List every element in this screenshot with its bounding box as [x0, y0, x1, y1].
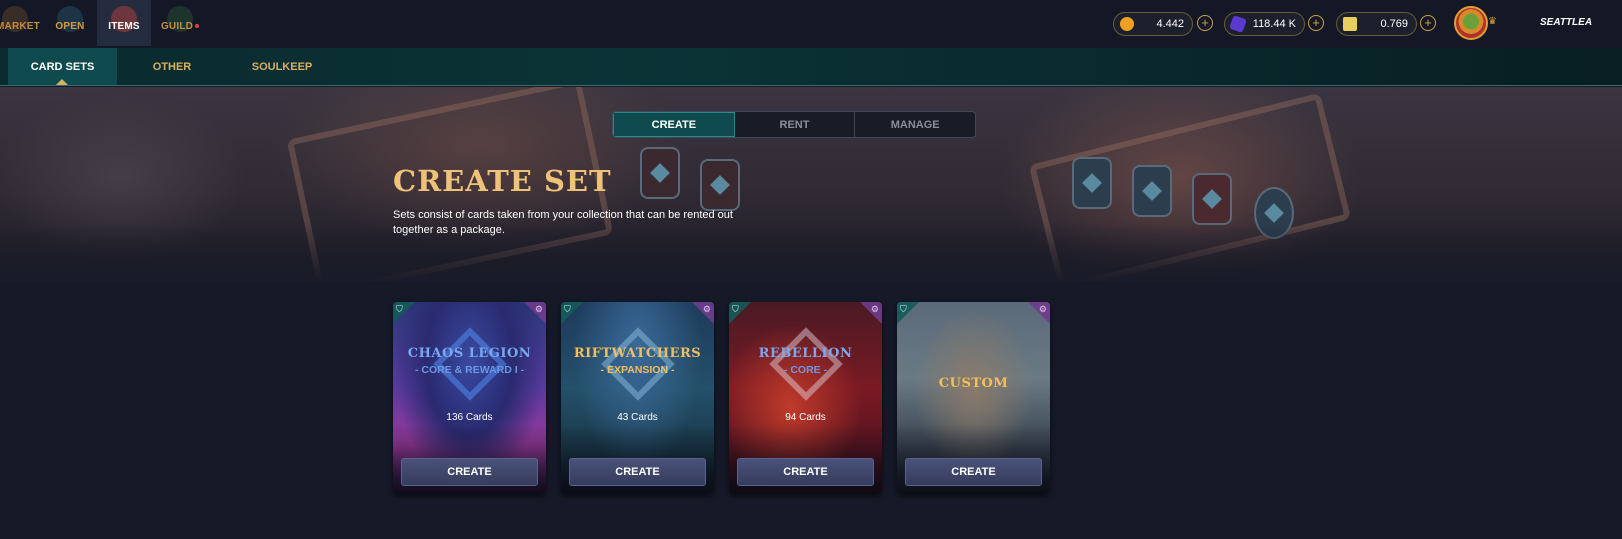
notification-dot	[195, 24, 200, 29]
credit-balance-value: 0.769	[1380, 18, 1408, 30]
nav-open-label: OPEN	[55, 21, 85, 32]
card-subtitle: - CORE & REWARD I -	[414, 364, 525, 376]
card-title: CHAOS LEGION	[407, 346, 532, 361]
add-crystal-button[interactable]: +	[1308, 15, 1324, 31]
avatar[interactable]	[1454, 6, 1488, 40]
nav-items[interactable]: ITEMS	[97, 0, 151, 46]
card-count: 136 Cards	[446, 412, 493, 423]
crystal-icon	[1229, 15, 1247, 33]
page-description: Sets consist of cards taken from your co…	[393, 209, 733, 236]
add-credit-button[interactable]: +	[1420, 15, 1436, 31]
nav-market[interactable]: MARKET	[0, 0, 40, 46]
rune-tile-icon	[640, 147, 680, 199]
sub-navigation-bar: CARD SETS OTHER SOULKEEP	[0, 48, 1622, 86]
page-title: CREATE SET	[393, 164, 612, 198]
segment-create[interactable]: CREATE	[613, 112, 735, 137]
crystal-balance-value: 118.44 K	[1252, 18, 1296, 30]
gold-balance: 4.442	[1113, 12, 1193, 36]
set-card-chaos-legion[interactable]: ⛉ ⚙ CHAOS LEGION - CORE & REWARD I - 136…	[393, 302, 546, 494]
top-navigation-bar: MARKET OPEN ITEMS GUILD 4.442 + 118.44 K…	[0, 0, 1622, 48]
gold-balance-value: 4.442	[1156, 18, 1184, 30]
credit-balance: 0.769	[1336, 12, 1417, 36]
add-gold-button[interactable]: +	[1197, 15, 1213, 31]
create-set-button[interactable]: CREATE	[737, 458, 874, 486]
rune-tile-icon	[1072, 157, 1112, 209]
card-title: REBELLION	[758, 346, 853, 361]
nav-guild[interactable]: GUILD	[160, 0, 200, 46]
segment-manage[interactable]: MANAGE	[855, 112, 975, 137]
rune-tile-icon	[1132, 165, 1172, 217]
rank-badge-icon: ♛	[1488, 16, 1497, 27]
username[interactable]: SEATTLEA	[1540, 17, 1592, 28]
card-title: CUSTOM	[938, 376, 1009, 391]
mode-segmented-control: CREATE RENT MANAGE	[612, 111, 976, 138]
card-subtitle: - CORE -	[783, 364, 828, 376]
card-count: 43 Cards	[617, 412, 658, 423]
tab-other[interactable]: OTHER	[150, 48, 194, 85]
nav-market-label: MARKET	[0, 21, 40, 32]
create-set-button[interactable]: CREATE	[905, 458, 1042, 486]
rune-tile-icon	[1254, 187, 1294, 239]
create-set-button[interactable]: CREATE	[401, 458, 538, 486]
set-card-custom[interactable]: ⛉ ⚙ CUSTOM CREATE	[897, 302, 1050, 494]
nav-guild-label: GUILD	[160, 21, 194, 32]
nav-open[interactable]: OPEN	[52, 0, 88, 46]
tab-soulkeep[interactable]: SOULKEEP	[252, 48, 313, 85]
card-count: 94 Cards	[785, 412, 826, 423]
gold-coin-icon	[1120, 17, 1134, 31]
crystal-balance: 118.44 K	[1224, 12, 1305, 36]
segment-rent[interactable]: RENT	[735, 112, 856, 137]
create-set-button[interactable]: CREATE	[569, 458, 706, 486]
set-card-rebellion[interactable]: ⛉ ⚙ REBELLION - CORE - 94 Cards CREATE	[729, 302, 882, 494]
tab-card-sets[interactable]: CARD SETS	[8, 48, 117, 85]
rune-tile-icon	[700, 159, 740, 211]
credit-icon	[1343, 17, 1357, 31]
rune-tile-icon	[1192, 173, 1232, 225]
card-title: RIFTWATCHERS	[573, 346, 702, 361]
card-subtitle: - EXPANSION -	[600, 364, 675, 376]
nav-items-label: ITEMS	[108, 21, 140, 32]
set-card-riftwatchers[interactable]: ⛉ ⚙ RIFTWATCHERS - EXPANSION - 43 Cards …	[561, 302, 714, 494]
